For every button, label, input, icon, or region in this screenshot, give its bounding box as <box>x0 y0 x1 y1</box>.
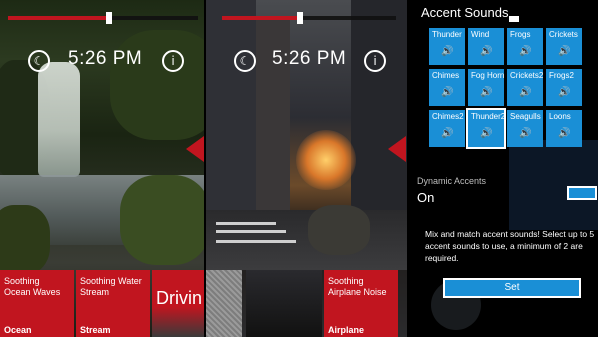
accent-sound-tile[interactable]: Frogs 🔊 <box>507 28 543 65</box>
tile-city-night[interactable] <box>246 270 322 337</box>
scene-building <box>206 0 256 230</box>
info-icon[interactable]: i <box>364 50 386 72</box>
accent-sound-tile[interactable]: Thunder2 🔊 <box>466 108 506 149</box>
accent-sounds-panel: Accent Sounds Thunder 🔊 Wind 🔊 Frogs 🔊 Cricket… <box>409 0 598 337</box>
slider-thumb[interactable] <box>297 12 304 24</box>
scene-mossy-rock <box>0 205 50 275</box>
accent-sound-tile[interactable]: Wind 🔊 <box>468 28 504 65</box>
scroll-indicator <box>509 16 519 22</box>
dynamic-accents-toggle[interactable] <box>567 186 597 200</box>
accent-description: Mix and match accent sounds! Select up t… <box>425 229 595 263</box>
accent-sound-label: Crickets2 <box>510 71 544 80</box>
tile-airplane-noise[interactable]: Soothing Airplane Noise Airplane <box>324 270 398 337</box>
set-button[interactable]: Set <box>443 278 581 298</box>
scene-crosswalk <box>216 222 276 225</box>
tile-category: Stream <box>80 325 111 335</box>
accent-sound-label: Thunder <box>432 30 462 39</box>
background-tiles <box>509 140 598 230</box>
tile-ocean-waves[interactable]: Soothing Ocean Waves Ocean <box>0 270 74 337</box>
red-triangle-icon[interactable] <box>186 136 204 162</box>
scene-waterfall <box>38 62 80 177</box>
slider-thumb[interactable] <box>105 12 112 24</box>
accent-sound-label: Crickets <box>549 30 578 39</box>
speaker-icon: 🔊 <box>441 46 454 57</box>
clock-row: ☾ 5:26 PM i <box>206 46 407 76</box>
tile-driving[interactable]: Drivin <box>152 270 204 337</box>
speaker-icon: 🔊 <box>558 46 571 57</box>
tile-category: Ocean <box>4 325 32 335</box>
accent-sound-label: Seagulls <box>510 112 541 121</box>
accent-sound-label: Frogs2 <box>549 71 574 80</box>
speaker-icon: 🔊 <box>558 128 571 139</box>
sound-panel-city: ☾ 5:26 PM i Soothing Airplane Noise Airp… <box>206 0 407 337</box>
accent-sound-tile[interactable]: Chimes 🔊 <box>429 69 465 106</box>
speaker-icon: 🔊 <box>480 87 493 98</box>
tile-title: Drivin <box>156 288 203 308</box>
clock-time: 5:26 PM <box>68 48 143 69</box>
scene-crosswalk <box>216 230 286 233</box>
speaker-icon: 🔊 <box>480 128 493 139</box>
accent-sound-tile[interactable]: Frogs2 🔊 <box>546 69 582 106</box>
speaker-icon: 🔊 <box>441 128 454 139</box>
scene-sunset <box>296 130 356 190</box>
slider-fill <box>222 16 301 20</box>
info-icon[interactable]: i <box>162 50 184 72</box>
speaker-icon: 🔊 <box>480 46 493 57</box>
speaker-icon: 🔊 <box>558 87 571 98</box>
volume-slider[interactable] <box>8 12 198 24</box>
dynamic-accents-value: On <box>417 190 435 205</box>
accent-sound-tile[interactable]: Fog Horn 🔊 <box>468 69 504 106</box>
dynamic-accents-label: Dynamic Accents <box>417 176 487 186</box>
accent-sound-tile[interactable]: Thunder 🔊 <box>429 28 465 65</box>
page-title: Accent Sounds <box>421 5 509 20</box>
accent-sound-label: Wind <box>471 30 490 39</box>
scene-crosswalk <box>216 240 296 243</box>
accent-sound-tile[interactable]: Crickets 🔊 <box>546 28 582 65</box>
sound-panel-ocean: ☾ 5:26 PM i Soothing Ocean Waves Ocean S… <box>0 0 204 337</box>
accent-sound-tile[interactable]: Seagulls 🔊 <box>507 110 543 147</box>
volume-slider[interactable] <box>222 12 396 24</box>
red-triangle-icon[interactable] <box>388 136 406 162</box>
scene-building <box>351 0 407 230</box>
accent-sound-tile[interactable]: Loons 🔊 <box>546 110 582 147</box>
scene-mossy-rock <box>120 175 204 265</box>
speaker-icon: 🔊 <box>519 87 532 98</box>
speaker-icon: 🔊 <box>441 87 454 98</box>
clock-row: ☾ 5:26 PM i <box>0 46 204 76</box>
scene-planter <box>308 205 370 255</box>
accent-sound-label: Frogs <box>510 30 531 39</box>
accent-sound-tile[interactable]: Crickets2 🔊 <box>507 69 543 106</box>
tile-water-stream[interactable]: Soothing Water Stream Stream <box>76 270 150 337</box>
moon-icon[interactable]: ☾ <box>28 50 50 72</box>
tile-title: Soothing Airplane Noise <box>328 276 387 297</box>
tile-category: Airplane <box>328 325 365 335</box>
accent-sound-label: Loons <box>549 112 571 121</box>
accent-sound-label: Thunder2 <box>471 112 506 121</box>
tile-title: Soothing Ocean Waves <box>4 276 61 297</box>
tile-static-noise[interactable] <box>206 270 242 337</box>
accent-sound-label: Chimes <box>432 71 460 80</box>
tile-title: Soothing Water Stream <box>80 276 142 297</box>
accent-sound-tile[interactable]: Chimes2 🔊 <box>429 110 465 147</box>
accent-sound-label: Fog Horn <box>471 71 505 80</box>
slider-fill <box>8 16 109 20</box>
clock-time: 5:26 PM <box>272 48 347 69</box>
moon-icon[interactable]: ☾ <box>234 50 256 72</box>
accent-sound-label: Chimes2 <box>432 112 464 121</box>
speaker-icon: 🔊 <box>519 46 532 57</box>
speaker-icon: 🔊 <box>519 128 532 139</box>
